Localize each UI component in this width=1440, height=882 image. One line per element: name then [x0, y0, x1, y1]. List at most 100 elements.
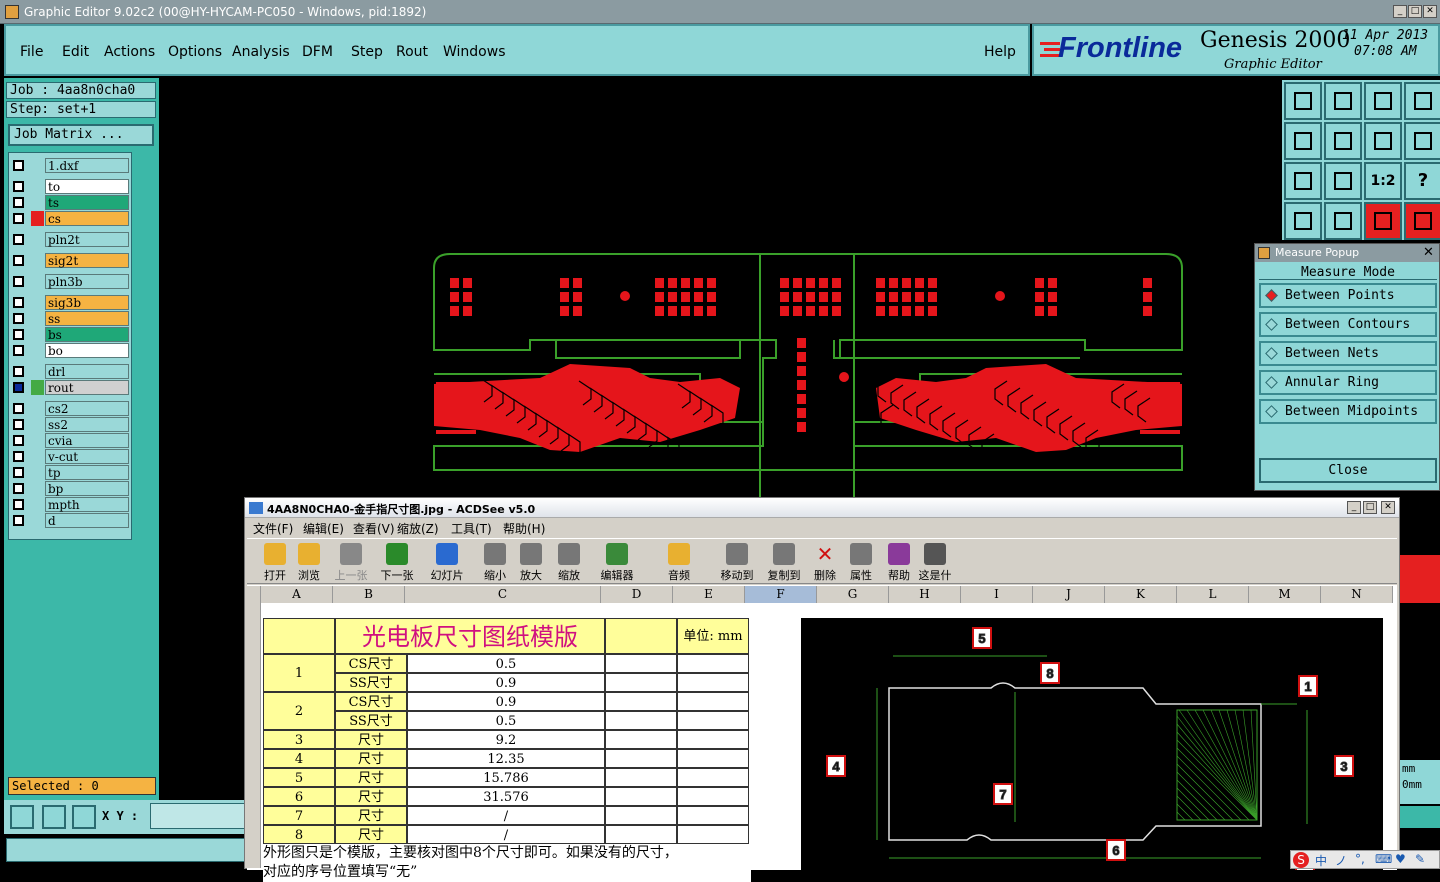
- toolbar-editor[interactable]: 编辑器: [595, 543, 639, 583]
- window-icon[interactable]: [1404, 82, 1440, 120]
- layer-name[interactable]: cs2: [45, 401, 129, 416]
- select-icon[interactable]: [10, 805, 34, 829]
- menu-actions[interactable]: Actions: [104, 44, 155, 60]
- open-step-icon[interactable]: [1284, 82, 1322, 120]
- right-edge-button[interactable]: [1400, 806, 1440, 828]
- layer-name[interactable]: bs: [45, 327, 129, 342]
- tray-item[interactable]: °,: [1355, 852, 1365, 866]
- minimize-button[interactable]: _: [1393, 5, 1407, 18]
- menu-analysis[interactable]: Analysis: [232, 44, 290, 60]
- acdsee-maximize-button[interactable]: □: [1363, 501, 1377, 514]
- layer-row-tp[interactable]: tp: [11, 465, 129, 480]
- mode-between-points[interactable]: Between Points: [1259, 283, 1437, 308]
- pcb-canvas[interactable]: [160, 78, 1254, 498]
- toolbar-prev[interactable]: 上一张: [329, 543, 373, 583]
- layer-name[interactable]: ts: [45, 195, 129, 210]
- acdsee-menu-item[interactable]: 工具(T): [451, 520, 492, 537]
- fit-icon[interactable]: [1284, 162, 1322, 200]
- acdsee-menu-item[interactable]: 缩放(Z): [397, 520, 439, 537]
- snap-icon[interactable]: [1404, 122, 1440, 160]
- layer-checkbox[interactable]: [13, 329, 24, 340]
- layer-row-sig2t[interactable]: sig2t: [11, 253, 129, 268]
- layer-checkbox[interactable]: [13, 345, 24, 356]
- toolbar-move-to[interactable]: 移动到: [715, 543, 759, 583]
- layer-row-cs[interactable]: cs: [11, 211, 129, 226]
- layer-name[interactable]: ss: [45, 311, 129, 326]
- layer-name[interactable]: cvia: [45, 433, 129, 448]
- menu-step[interactable]: Step: [351, 44, 383, 60]
- layer-name[interactable]: d: [45, 513, 129, 528]
- acdsee-menu-item[interactable]: 文件(F): [253, 520, 293, 537]
- layer-checkbox[interactable]: [13, 255, 24, 266]
- tray-item[interactable]: ⌨: [1375, 852, 1392, 866]
- menu-edit[interactable]: Edit: [62, 44, 89, 60]
- zoom-swap-icon[interactable]: [1364, 122, 1402, 160]
- toolbar-browse[interactable]: 浏览: [287, 543, 331, 583]
- acdsee-menu-item[interactable]: 帮助(H): [503, 520, 545, 537]
- mode-annular-ring[interactable]: Annular Ring: [1259, 370, 1437, 395]
- layer-name[interactable]: sig3b: [45, 295, 129, 310]
- layer-row-bo[interactable]: bo: [11, 343, 129, 358]
- toolbar-zoom[interactable]: 缩放: [547, 543, 591, 583]
- layer-row-v-cut[interactable]: v-cut: [11, 449, 129, 464]
- layer-row-pln3b[interactable]: pln3b: [11, 274, 129, 289]
- menu-rout[interactable]: Rout: [396, 44, 428, 60]
- layer-name[interactable]: to: [45, 179, 129, 194]
- toolbar-next[interactable]: 下一张: [375, 543, 419, 583]
- layer-checkbox[interactable]: [13, 403, 24, 414]
- zoom-forward-icon[interactable]: [1324, 122, 1362, 160]
- layer-checkbox[interactable]: [13, 419, 24, 430]
- layer-row-ss[interactable]: ss: [11, 311, 129, 326]
- menu-options[interactable]: Options: [168, 44, 222, 60]
- layer-checkbox[interactable]: [13, 483, 24, 494]
- layer-name[interactable]: rout: [45, 380, 129, 395]
- layer-checkbox[interactable]: [13, 297, 24, 308]
- layer-checkbox[interactable]: [13, 499, 24, 510]
- layer-row-pln2t[interactable]: pln2t: [11, 232, 129, 247]
- layer-checkbox[interactable]: [13, 366, 24, 377]
- layer-checkbox[interactable]: [13, 313, 24, 324]
- layer-name[interactable]: bp: [45, 481, 129, 496]
- layer-checkbox[interactable]: [13, 197, 24, 208]
- layer-name[interactable]: bo: [45, 343, 129, 358]
- zoom-area-icon[interactable]: [42, 805, 66, 829]
- toolbar-audio[interactable]: 音频: [657, 543, 701, 583]
- layer-name[interactable]: v-cut: [45, 449, 129, 464]
- layer-name[interactable]: sig2t: [45, 253, 129, 268]
- layer-checkbox[interactable]: [13, 451, 24, 462]
- job-matrix-button[interactable]: Job Matrix ...: [8, 124, 154, 146]
- acdsee-menu-item[interactable]: 编辑(E): [303, 520, 344, 537]
- measure-icon[interactable]: [1324, 202, 1362, 240]
- zoom-back-icon[interactable]: [1284, 122, 1322, 160]
- layer-row-mpth[interactable]: mpth: [11, 497, 129, 512]
- layers-icon[interactable]: [1364, 202, 1402, 240]
- mode-between-midpoints[interactable]: Between Midpoints: [1259, 399, 1437, 424]
- ime-s-icon[interactable]: S: [1293, 852, 1309, 868]
- layer-checkbox[interactable]: [13, 160, 24, 171]
- toolbar-copy-to[interactable]: 复制到: [762, 543, 806, 583]
- layer-name[interactable]: pln3b: [45, 274, 129, 289]
- layer-row-to[interactable]: to: [11, 179, 129, 194]
- route-icon[interactable]: [1404, 202, 1440, 240]
- layer-checkbox[interactable]: [13, 213, 24, 224]
- layer-name[interactable]: ss2: [45, 417, 129, 432]
- acdsee-minimize-button[interactable]: _: [1347, 501, 1361, 514]
- grid-icon[interactable]: [72, 805, 96, 829]
- layer-checkbox[interactable]: [13, 435, 24, 446]
- tray-item[interactable]: ✎: [1415, 852, 1425, 866]
- acdsee-close-button[interactable]: ✕: [1381, 501, 1395, 514]
- mode-between-contours[interactable]: Between Contours: [1259, 312, 1437, 337]
- center-icon[interactable]: [1324, 162, 1362, 200]
- layer-checkbox[interactable]: [13, 234, 24, 245]
- layer-row-ts[interactable]: ts: [11, 195, 129, 210]
- layer-row-drl[interactable]: drl: [11, 364, 129, 379]
- measure-close-icon[interactable]: ✕: [1423, 245, 1434, 260]
- layer-row-1-dxf[interactable]: 1.dxf: [11, 158, 129, 173]
- layer-row-rout[interactable]: rout: [11, 380, 129, 395]
- tray-item[interactable]: 中: [1315, 852, 1327, 869]
- layer-checkbox[interactable]: [13, 467, 24, 478]
- close-step-icon[interactable]: [1324, 82, 1362, 120]
- edit-icon[interactable]: [1284, 202, 1322, 240]
- help-icon[interactable]: ?: [1404, 162, 1440, 200]
- acdsee-menu-item[interactable]: 查看(V): [353, 520, 395, 537]
